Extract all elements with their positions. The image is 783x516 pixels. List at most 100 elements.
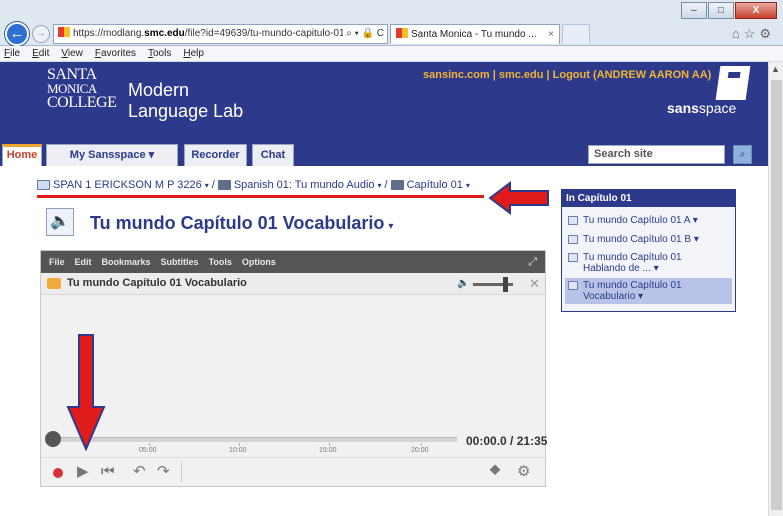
- browser-chrome: – □ X ← → https://modlang.smc.edu/file?i…: [0, 0, 783, 46]
- minimize-button[interactable]: –: [681, 2, 707, 19]
- lab-title-line-2: Language Lab: [128, 101, 244, 121]
- site-navbar: Home My Sansspace ▾ Recorder Chat Search…: [0, 140, 768, 166]
- record-icon[interactable]: [53, 468, 63, 478]
- sidepanel-item-label: Tu mundo Capítulo 01 A: [583, 215, 690, 226]
- tick-label: 20:00: [411, 447, 429, 454]
- menu-file[interactable]: File: [4, 46, 20, 61]
- chevron-down-icon[interactable]: ▾: [378, 181, 382, 190]
- sidepanel-item-label: Tu mundo Capítulo 01: [583, 252, 682, 263]
- breadcrumb: SPAN 1 ERICKSON M P 3226 ▾ / Spanish 01:…: [37, 179, 470, 191]
- player-controls: ▶ ⏮ ↶ ↷ ⯁ ⚙: [41, 457, 545, 486]
- vertical-scrollbar[interactable]: ▲: [768, 62, 783, 516]
- player-titlebar: Tu mundo Capítulo 01 Vocabulario 🔈 ✕: [41, 273, 545, 295]
- menu-help[interactable]: Help: [183, 46, 204, 61]
- nav-my-sansspace[interactable]: My Sansspace ▾: [46, 144, 178, 166]
- sansspace-wordmark: sansspace: [667, 100, 736, 116]
- scroll-up-icon[interactable]: ▲: [771, 64, 780, 74]
- folder-icon: [390, 180, 404, 190]
- tick-label: 15:00: [319, 447, 337, 454]
- bookmark-pin-icon[interactable]: ⯁: [489, 464, 501, 480]
- timeline-tick: [239, 443, 240, 446]
- lab-title-line-1: Modern: [128, 80, 190, 100]
- speaker-icon: [568, 216, 578, 225]
- time-separator: /: [506, 434, 517, 448]
- skip-back-icon[interactable]: ⏮: [101, 464, 115, 480]
- time-total: 21:35: [516, 434, 548, 448]
- breadcrumb-separator: /: [211, 179, 215, 191]
- lab-title: Modern Language Lab: [128, 80, 243, 122]
- page-title-text: Tu mundo Capítulo 01 Vocabulario: [90, 213, 385, 233]
- nav-recorder[interactable]: Recorder: [184, 144, 247, 166]
- menu-view[interactable]: View: [61, 46, 83, 61]
- maximize-button[interactable]: □: [708, 2, 734, 19]
- search-input[interactable]: Search site: [588, 145, 725, 164]
- scrollbar-thumb[interactable]: [771, 80, 782, 510]
- timeline-scrubber[interactable]: [45, 431, 457, 447]
- player-menu-file[interactable]: File: [49, 251, 65, 273]
- logo-line-1: SANTA: [47, 66, 97, 83]
- speaker-icon: [568, 253, 578, 262]
- sidepanel-item[interactable]: Tu mundo Capítulo 01 Hablando de ... ▾: [565, 252, 732, 274]
- nav-chat[interactable]: Chat: [252, 144, 294, 166]
- volume-icon[interactable]: 🔈: [457, 278, 469, 289]
- expand-icon[interactable]: ⤢: [528, 256, 537, 269]
- tick-label: 05:00: [139, 447, 157, 454]
- menu-tools[interactable]: Tools: [148, 46, 171, 61]
- sidepanel-item-active[interactable]: Tu mundo Capítulo 01 Vocabulario ▾: [565, 278, 732, 304]
- timeline-tick: [329, 443, 330, 446]
- header-links[interactable]: sansinc.com | smc.edu | Logout (ANDREW A…: [423, 69, 711, 81]
- redo-icon[interactable]: ↷: [157, 464, 170, 480]
- undo-icon[interactable]: ↶: [133, 464, 146, 480]
- playhead[interactable]: [45, 431, 61, 447]
- chevron-down-icon[interactable]: ▾: [205, 181, 209, 190]
- address-bar[interactable]: https://modlang.smc.edu/file?id=49639/tu…: [53, 24, 388, 44]
- browser-toolbar-icons[interactable]: ⌂☆⚙: [732, 26, 775, 42]
- tab-close-icon[interactable]: ×: [548, 25, 554, 44]
- site-header: SANTA MONICA COLLEGE Modern Language Lab…: [0, 62, 768, 140]
- chevron-down-icon[interactable]: ▾: [693, 215, 698, 226]
- breadcrumb-folder-audio[interactable]: Spanish 01: Tu mundo Audio: [234, 179, 375, 191]
- close-icon[interactable]: ✕: [529, 276, 540, 292]
- tab-title: Santa Monica - Tu mundo ...: [411, 29, 537, 40]
- breadcrumb-separator: /: [384, 179, 388, 191]
- browser-tab[interactable]: Santa Monica - Tu mundo ... ×: [390, 24, 560, 44]
- sidepanel-item-label: Tu mundo Capítulo 01 B: [583, 234, 692, 245]
- brand-bold: sans: [667, 100, 699, 116]
- annotation-underline: [37, 195, 484, 198]
- volume-knob[interactable]: [503, 277, 508, 292]
- site-favicon-icon: [58, 27, 70, 37]
- settings-gear-icon[interactable]: ⚙: [517, 464, 530, 480]
- chevron-down-icon[interactable]: ▾: [388, 221, 393, 232]
- logo-line-3: COLLEGE: [47, 94, 117, 111]
- player-menu-edit[interactable]: Edit: [75, 251, 92, 273]
- address-bar-icons[interactable]: ⌕ ▾ 🔒 C: [343, 25, 384, 43]
- player-menu-subtitles[interactable]: Subtitles: [161, 251, 199, 273]
- back-button[interactable]: ←: [5, 22, 29, 46]
- tab-favicon-icon: [396, 28, 408, 38]
- search-icon[interactable]: ⌕: [733, 145, 752, 164]
- player-menu-tools[interactable]: Tools: [209, 251, 232, 273]
- chevron-down-icon[interactable]: ▾: [694, 234, 699, 245]
- sidepanel-header: In Capítulo 01: [562, 190, 735, 207]
- page-title[interactable]: Tu mundo Capítulo 01 Vocabulario ▾: [90, 213, 393, 234]
- player-menubar: File Edit Bookmarks Subtitles Tools Opti…: [41, 251, 545, 273]
- forward-button[interactable]: →: [32, 25, 50, 43]
- play-icon[interactable]: ▶: [77, 464, 89, 480]
- sidepanel-item[interactable]: Tu mundo Capítulo 01 B ▾: [565, 234, 732, 245]
- close-window-button[interactable]: X: [735, 2, 777, 19]
- menu-favorites[interactable]: Favorites: [95, 46, 136, 61]
- chevron-down-icon[interactable]: ▾: [466, 181, 470, 190]
- player-menu-options[interactable]: Options: [242, 251, 276, 273]
- new-tab-button[interactable]: [562, 24, 590, 44]
- player-menu-bookmarks[interactable]: Bookmarks: [102, 251, 151, 273]
- breadcrumb-course[interactable]: SPAN 1 ERICKSON M P 3226: [53, 179, 202, 191]
- menu-edit[interactable]: Edit: [32, 46, 49, 61]
- chevron-down-icon[interactable]: ▾: [654, 263, 659, 274]
- chevron-down-icon[interactable]: ▾: [638, 291, 643, 302]
- player-title: Tu mundo Capítulo 01 Vocabulario: [67, 277, 247, 289]
- smc-logo[interactable]: SANTA MONICA COLLEGE: [47, 66, 117, 111]
- nav-home[interactable]: Home: [2, 144, 42, 166]
- timeline-tick: [421, 443, 422, 446]
- sidepanel-item[interactable]: Tu mundo Capítulo 01 A ▾: [565, 215, 732, 226]
- breadcrumb-folder-chapter[interactable]: Capítulo 01: [407, 179, 463, 191]
